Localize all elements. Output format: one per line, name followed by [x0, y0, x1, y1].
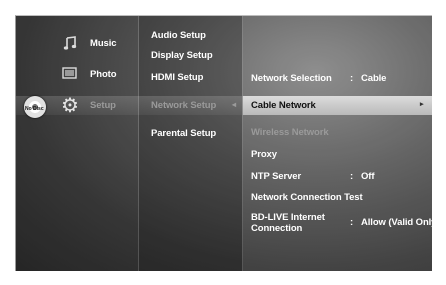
setup-item-hdmi[interactable]: HDMI Setup — [151, 72, 203, 83]
arrow-left-icon: ◂ — [232, 100, 236, 109]
network-item-proxy[interactable]: Proxy — [251, 149, 277, 160]
setup-item-parental[interactable]: Parental Setup — [151, 128, 216, 139]
value-separator: : — [350, 171, 354, 182]
main-menu-panel — [16, 16, 138, 271]
gear-icon: ⚙ — [61, 95, 79, 117]
setup-item-display[interactable]: Display Setup — [151, 50, 213, 61]
divider — [242, 16, 243, 271]
network-item-value: Allow (Valid Only) — [361, 217, 432, 228]
disc-status: No Disc — [25, 106, 44, 112]
network-item-label: Network Selection — [251, 73, 332, 84]
network-item-label: Cable Network — [251, 100, 316, 111]
arrow-right-icon: ▸ — [420, 101, 424, 108]
setup-screen: Music Photo No Disc ⚙ Setup Audio Setup … — [15, 15, 432, 271]
main-menu-label: Photo — [90, 69, 117, 80]
divider — [138, 16, 139, 271]
network-item-label: BD-LIVE Internet Connection — [251, 212, 325, 234]
network-item-connection-test[interactable]: Network Connection Test — [251, 192, 363, 203]
network-item-wireless[interactable]: Wireless Network — [251, 127, 329, 138]
network-item-value: Off — [361, 171, 375, 182]
value-separator: : — [350, 217, 354, 228]
value-separator: : — [350, 73, 354, 84]
network-item-value: Cable — [361, 73, 387, 84]
photo-icon — [62, 67, 77, 79]
main-menu-label: Setup — [90, 100, 116, 111]
network-item-label: NTP Server — [251, 171, 302, 182]
main-menu-label: Music — [90, 38, 117, 49]
setup-item-network[interactable]: Network Setup — [151, 100, 216, 111]
setup-item-audio[interactable]: Audio Setup — [151, 30, 206, 41]
music-icon — [63, 36, 77, 50]
